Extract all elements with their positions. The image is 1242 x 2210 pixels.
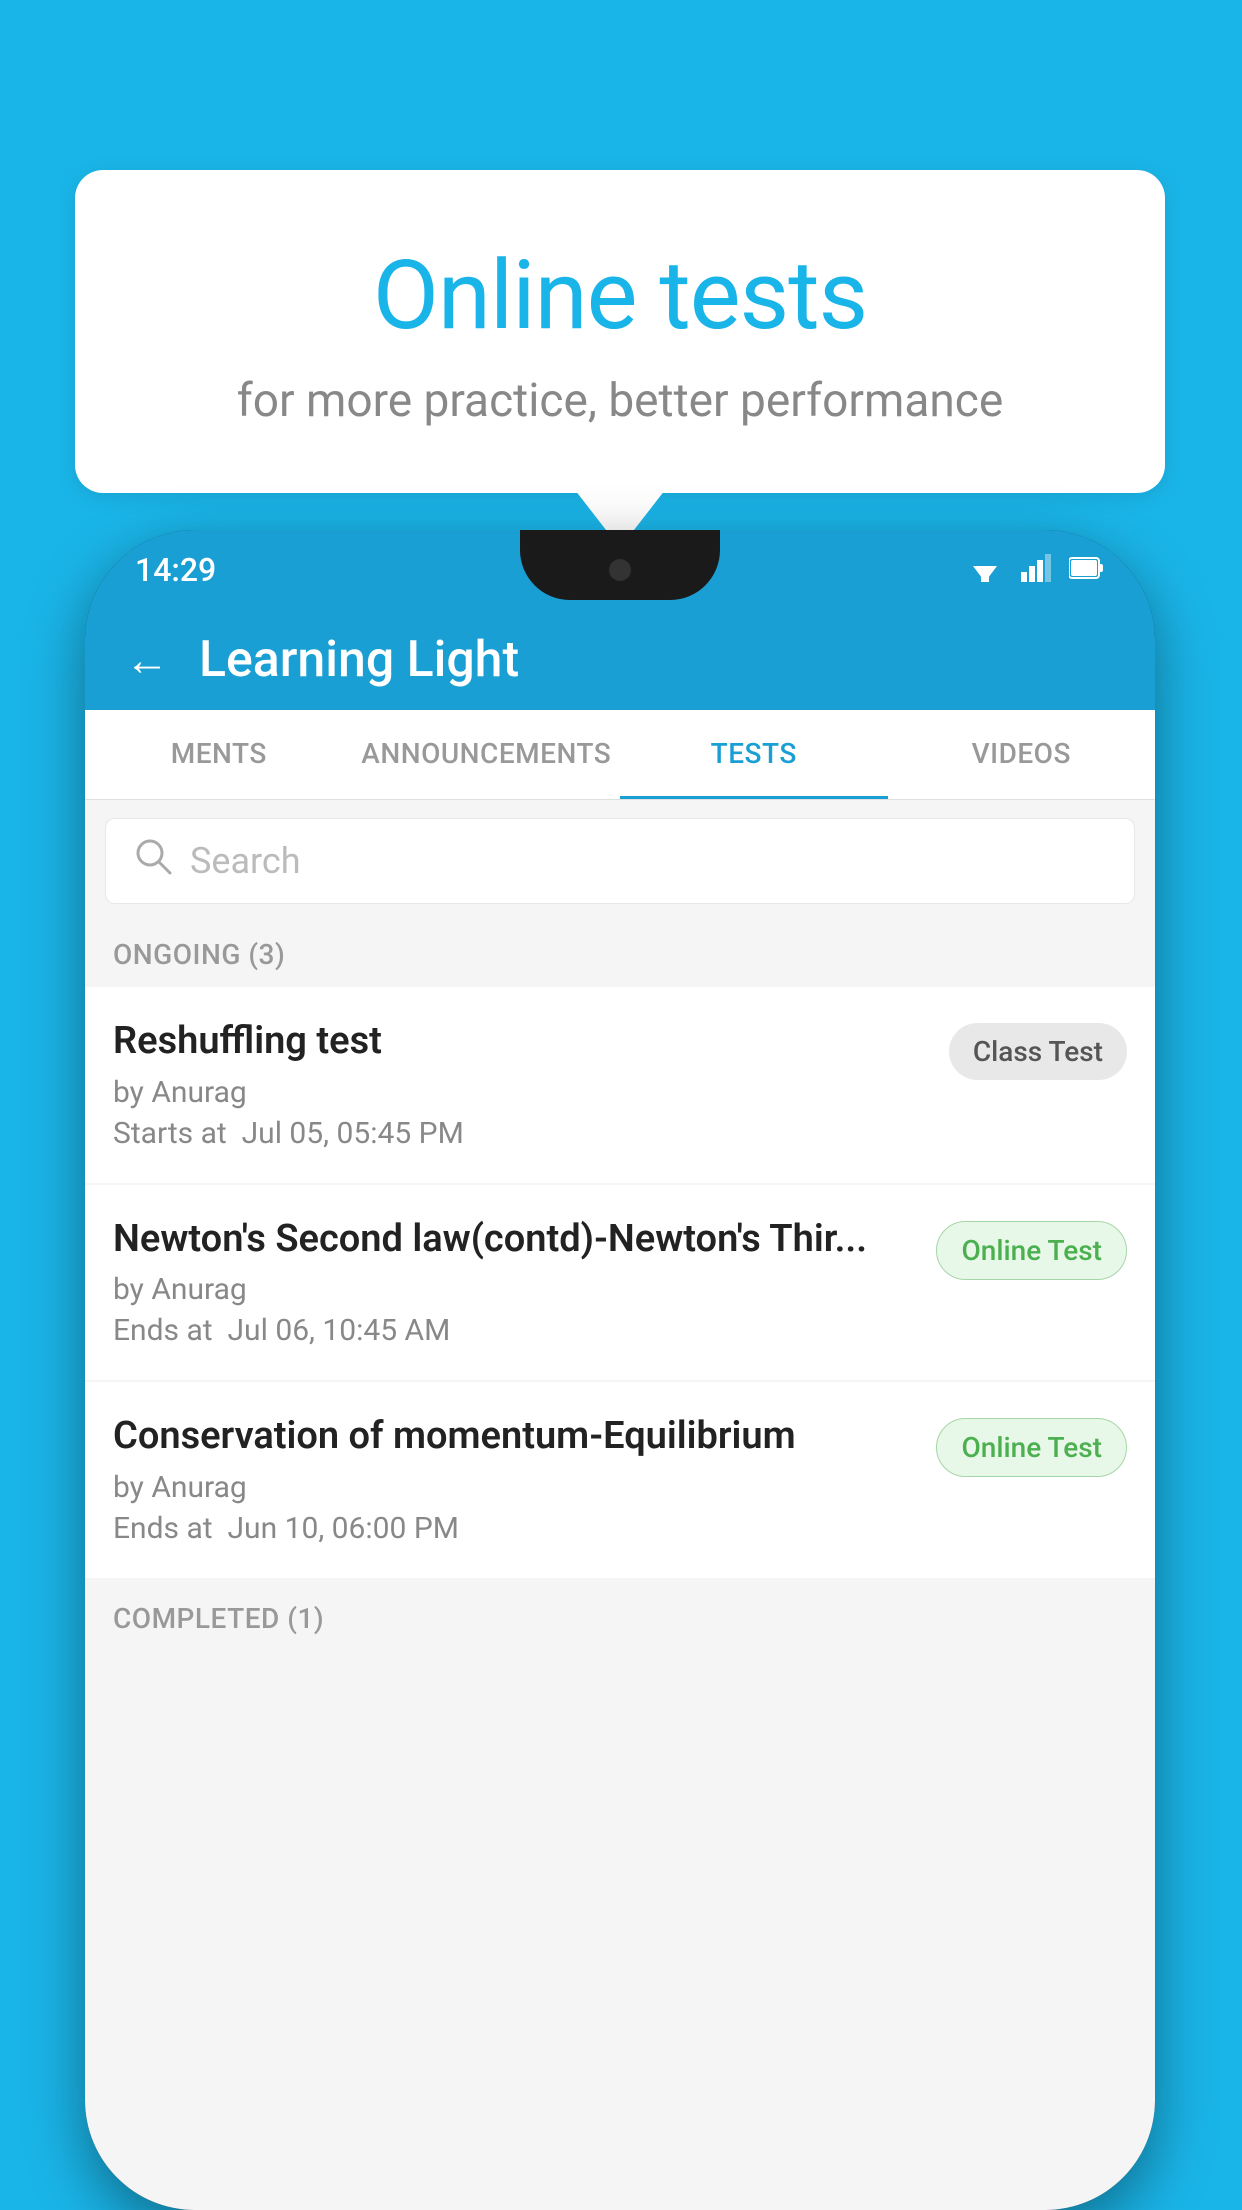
test-info-conservation: Conservation of momentum-Equilibrium by … bbox=[113, 1414, 936, 1546]
test-info-reshuffling: Reshuffling test by Anurag Starts at Jul… bbox=[113, 1019, 949, 1151]
bubble-title: Online tests bbox=[135, 240, 1105, 352]
phone-notch bbox=[520, 530, 720, 600]
badge-online-test-newton: Online Test bbox=[936, 1221, 1127, 1280]
test-item-reshuffling[interactable]: Reshuffling test by Anurag Starts at Jul… bbox=[85, 987, 1155, 1183]
search-bar[interactable]: Search bbox=[105, 818, 1135, 904]
content-area: Search ONGOING (3) Reshuffling test by A… bbox=[85, 800, 1155, 2210]
badge-class-test: Class Test bbox=[949, 1023, 1127, 1080]
front-camera bbox=[609, 559, 631, 581]
tab-announcements[interactable]: ANNOUNCEMENTS bbox=[353, 710, 621, 799]
completed-section-header: COMPLETED (1) bbox=[85, 1586, 1155, 1651]
app-header: ← Learning Light bbox=[85, 610, 1155, 710]
test-item-conservation[interactable]: Conservation of momentum-Equilibrium by … bbox=[85, 1382, 1155, 1578]
signal-icon bbox=[1021, 554, 1051, 586]
status-icons bbox=[967, 554, 1105, 586]
test-name-conservation: Conservation of momentum-Equilibrium bbox=[113, 1414, 916, 1460]
badge-online-test-conservation: Online Test bbox=[936, 1418, 1127, 1477]
tab-videos[interactable]: VIDEOS bbox=[888, 710, 1156, 799]
battery-icon bbox=[1069, 554, 1105, 586]
ongoing-section-header: ONGOING (3) bbox=[85, 922, 1155, 987]
tabs-container: MENTS ANNOUNCEMENTS TESTS VIDEOS bbox=[85, 710, 1155, 800]
test-author-newton: by Anurag bbox=[113, 1272, 916, 1307]
phone-mockup: 14:29 bbox=[85, 530, 1155, 2210]
test-date-newton: Ends at Jul 06, 10:45 AM bbox=[113, 1313, 916, 1348]
test-name-newton: Newton's Second law(contd)-Newton's Thir… bbox=[113, 1217, 916, 1263]
test-author-reshuffling: by Anurag bbox=[113, 1075, 929, 1110]
test-name-reshuffling: Reshuffling test bbox=[113, 1019, 929, 1065]
test-date-conservation: Ends at Jun 10, 06:00 PM bbox=[113, 1511, 916, 1546]
app-title: Learning Light bbox=[199, 631, 519, 689]
test-item-newton[interactable]: Newton's Second law(contd)-Newton's Thir… bbox=[85, 1185, 1155, 1381]
search-icon bbox=[134, 837, 172, 885]
speech-bubble: Online tests for more practice, better p… bbox=[75, 170, 1165, 493]
tab-tests[interactable]: TESTS bbox=[620, 710, 888, 799]
wifi-icon bbox=[967, 554, 1003, 586]
bubble-subtitle: for more practice, better performance bbox=[135, 374, 1105, 428]
test-info-newton: Newton's Second law(contd)-Newton's Thir… bbox=[113, 1217, 936, 1349]
back-button[interactable]: ← bbox=[125, 634, 169, 686]
test-date-reshuffling: Starts at Jul 05, 05:45 PM bbox=[113, 1116, 929, 1151]
search-placeholder: Search bbox=[190, 840, 301, 882]
tab-ments[interactable]: MENTS bbox=[85, 710, 353, 799]
status-time: 14:29 bbox=[135, 551, 216, 589]
test-author-conservation: by Anurag bbox=[113, 1470, 916, 1505]
